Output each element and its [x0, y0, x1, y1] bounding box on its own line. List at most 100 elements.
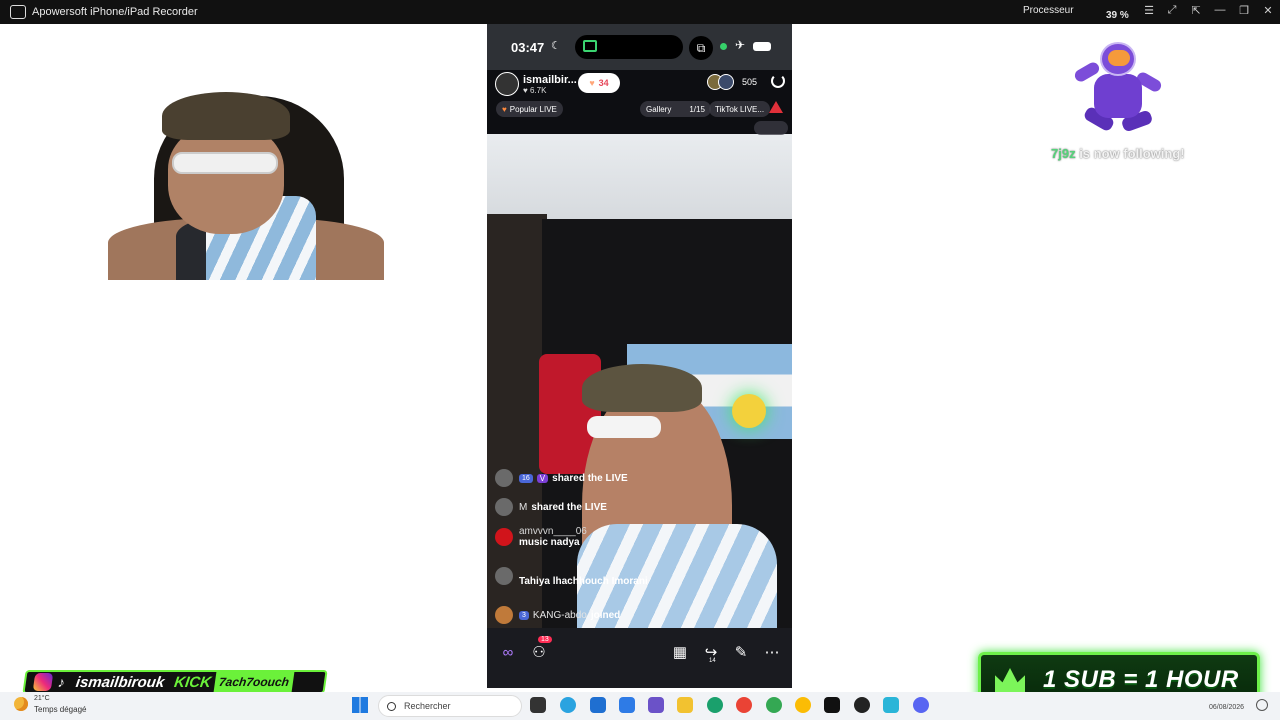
chat-message: 3 KANG-abdo joined — [495, 606, 785, 624]
close-button[interactable]: ✕ — [1260, 4, 1276, 17]
popular-live-label: Popular LIVE — [509, 104, 557, 114]
chat-user[interactable]: KANG-abdo — [533, 610, 587, 621]
level-badge: 16 — [519, 473, 533, 483]
weather-desc: Temps dégagé — [34, 705, 87, 714]
outlook-icon[interactable] — [619, 697, 635, 713]
tiktok-live-pill[interactable]: TikTok LIVE... — [709, 101, 771, 117]
obs-icon[interactable] — [854, 697, 870, 713]
window-titlebar: Apowersoft iPhone/iPad Recorder Processe… — [0, 0, 1280, 24]
edge-icon[interactable] — [707, 697, 723, 713]
chat-message: amvvvn____06 music nadya — [495, 526, 785, 548]
gallery-count: 1/15 — [689, 104, 705, 114]
airplay-icon — [583, 40, 597, 52]
gift-counter[interactable]: ♥ 34 — [578, 73, 620, 93]
discord-icon[interactable] — [913, 697, 929, 713]
chat-user[interactable]: amvvvn____06 — [519, 526, 587, 537]
cpu-label: Processeur — [1023, 5, 1074, 16]
astronaut-body — [1094, 74, 1142, 118]
fan-badge: V — [536, 473, 549, 483]
follow-message: is now following! — [1075, 146, 1185, 161]
gift-count: 34 — [598, 78, 609, 88]
follow-alert: 7j9z is now following! — [1051, 146, 1185, 161]
webcam-overlay — [106, 92, 384, 280]
chat-text: shared the LIVE — [552, 472, 628, 484]
pin-icon[interactable]: ⇱ — [1188, 4, 1204, 17]
mic-indicator — [720, 43, 727, 50]
chat-avatar[interactable] — [495, 566, 513, 585]
chat-user[interactable]: M — [519, 502, 527, 513]
scene-cap — [582, 364, 702, 412]
share-count: 14 — [709, 658, 716, 664]
gallery-pill[interactable]: Gallery 1/15 — [640, 101, 711, 117]
scene-flag-sun — [732, 394, 766, 428]
maximize-button[interactable]: ❐ — [1236, 4, 1252, 17]
guest-badge: 13 — [538, 636, 552, 643]
telegram-icon[interactable] — [560, 697, 576, 713]
heart-icon: ♥ — [502, 104, 507, 114]
recorder-icon[interactable] — [883, 697, 899, 713]
chat-text: shared the LIVE — [531, 501, 607, 513]
tiktok-icon: ♪ — [56, 674, 67, 690]
cpu-value: 39 % — [1106, 10, 1129, 21]
more-icon[interactable]: ⋯ — [761, 642, 783, 664]
popular-live-pill[interactable]: ♥ Popular LIVE — [496, 101, 563, 117]
chat-text: Tahiya lhachhouch Imorani — [519, 576, 648, 587]
follow-user: 7j9z — [1051, 146, 1076, 161]
scene-glasses — [587, 416, 661, 438]
power-icon[interactable] — [771, 74, 785, 88]
webcam-face — [168, 126, 284, 234]
magic-wand-icon[interactable]: ✎ — [730, 642, 752, 664]
settings-icon[interactable] — [1256, 699, 1268, 711]
host-name: ismailbir... — [523, 73, 577, 86]
list-icon[interactable]: ☰ — [1141, 4, 1157, 17]
webcam-glasses — [172, 152, 278, 174]
camera-icon[interactable] — [754, 121, 788, 135]
chat-stack: amvvvn____06 music nadya — [519, 526, 587, 548]
viewer-avatar[interactable] — [718, 74, 734, 90]
windows-start-icon[interactable] — [352, 697, 368, 713]
taskbar: 21°C Temps dégagé Rechercher 06/08/2026 — [0, 692, 1280, 720]
host-avatar[interactable] — [495, 72, 519, 96]
sub-goal-text: 1 SUB = 1 HOUR — [1043, 666, 1239, 693]
users-icon[interactable]: ⚇ — [528, 642, 550, 664]
chat-avatar[interactable] — [495, 606, 513, 624]
gallery-label: Gallery — [646, 104, 672, 114]
social-banner: ♪ ismailbirouk KICK 7ach7oouch — [22, 670, 328, 694]
chrome-icon[interactable] — [736, 697, 752, 713]
chat-stack: Tahiya lhachhouch Imorani — [519, 576, 648, 587]
screen-mirror-button[interactable]: ⧉ — [689, 36, 713, 60]
kick-handle: 7ach7oouch — [213, 672, 295, 692]
chrome-icon[interactable] — [795, 697, 811, 713]
teams-icon[interactable] — [648, 697, 664, 713]
airplane-icon: ✈ — [735, 38, 746, 52]
heart-icon: ♥ — [589, 78, 595, 88]
minimize-button[interactable]: — — [1212, 4, 1228, 16]
host-meta: ismailbir... ♥ 6.7K — [519, 74, 577, 95]
level-badge: 3 — [519, 610, 529, 620]
expand-icon[interactable]: ⤢ — [1164, 4, 1180, 17]
chat-message: M shared the LIVE — [495, 498, 785, 516]
task-view-icon[interactable] — [530, 697, 546, 713]
instagram-icon — [32, 673, 54, 691]
moon-icon: ☾ — [551, 40, 561, 52]
host-info[interactable]: ismailbir... ♥ 6.7K — [495, 70, 577, 98]
viewer-list[interactable]: 505 — [707, 74, 757, 90]
taskbar-search[interactable]: Rechercher — [378, 695, 522, 717]
status-time: 03:47 — [511, 40, 545, 55]
infinity-icon[interactable]: ∞ — [497, 642, 519, 664]
terminal-icon[interactable] — [824, 697, 840, 713]
astronaut-visor — [1108, 50, 1130, 66]
battery-icon — [753, 42, 771, 51]
viewer-count: 505 — [742, 77, 758, 87]
warning-icon[interactable] — [769, 101, 783, 113]
chat-avatar[interactable] — [495, 469, 513, 487]
chat-avatar[interactable] — [495, 498, 513, 516]
chrome-icon[interactable] — [766, 697, 782, 713]
webcam-cap — [162, 92, 290, 140]
weather-icon[interactable] — [14, 697, 28, 711]
calculator-icon[interactable] — [590, 697, 606, 713]
chat-avatar[interactable] — [495, 528, 513, 546]
film-icon[interactable]: ▦ — [669, 642, 691, 664]
taskbar-date: 06/08/2026 — [1209, 704, 1245, 711]
file-explorer-icon[interactable] — [677, 697, 693, 713]
